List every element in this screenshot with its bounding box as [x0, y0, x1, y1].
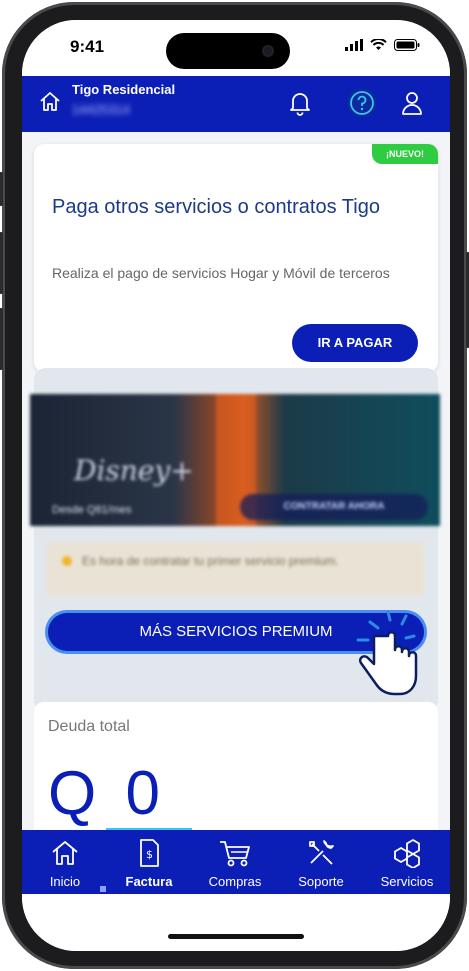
status-icons: [345, 39, 420, 51]
wifi-icon: [370, 39, 387, 50]
home-icon[interactable]: [38, 90, 62, 114]
invoice-icon: $: [140, 839, 159, 867]
home-indicator[interactable]: [168, 934, 304, 939]
help-icon[interactable]: [348, 89, 376, 117]
new-badge: ¡NUEVO!: [372, 144, 438, 164]
banner-price: Desde Q81/mes: [52, 504, 132, 516]
tab-label: Compras: [208, 874, 262, 889]
tab-label: Servicios: [380, 874, 434, 889]
signal-icon: [345, 39, 363, 51]
tab-servicios[interactable]: Servicios: [364, 830, 450, 894]
bottom-safe-area: [22, 894, 450, 951]
pay-services-card: ¡NUEVO! Paga otros servicios o contratos…: [34, 144, 438, 372]
camera-icon: [262, 45, 274, 57]
pay-button[interactable]: IR A PAGAR: [292, 324, 418, 362]
battery-icon: [394, 39, 420, 51]
phone-frame: 9:41 Tigo Residencial 14425314 ¡NUEVO! P…: [0, 2, 469, 969]
tab-factura[interactable]: $ Factura: [106, 830, 192, 894]
premium-info-box: Es hora de contratar tu primer servicio …: [46, 542, 424, 596]
info-icon: [62, 556, 72, 566]
tab-compras[interactable]: Compras: [192, 830, 278, 894]
tools-icon: [309, 840, 334, 865]
volume-down-button: [0, 308, 3, 370]
tap-hand-icon: [356, 610, 418, 696]
debt-value: Q 0: [48, 759, 166, 828]
tab-label: Soporte: [298, 874, 344, 889]
app-header: Tigo Residencial 14425314: [22, 76, 450, 132]
main-content: ¡NUEVO! Paga otros servicios o contratos…: [22, 132, 450, 872]
svg-text:$: $: [146, 848, 153, 861]
services-icon: [394, 838, 420, 868]
cart-icon: [220, 841, 250, 867]
screen: 9:41 Tigo Residencial 14425314 ¡NUEVO! P…: [22, 20, 450, 951]
tab-soporte[interactable]: Soporte: [278, 830, 364, 894]
silent-switch: [0, 172, 3, 206]
tab-label: Inicio: [49, 874, 81, 889]
volume-up-button: [0, 232, 3, 294]
debt-label: Deuda total: [48, 718, 130, 735]
contract-now-button[interactable]: CONTRATAR AHORA: [240, 494, 428, 520]
card-description: Realiza el pago de servicios Hogar y Móv…: [52, 265, 390, 281]
account-number[interactable]: 14425314: [72, 102, 130, 117]
status-bar: 9:41: [22, 20, 450, 76]
user-icon[interactable]: [400, 90, 424, 116]
card-title: Paga otros servicios o contratos Tigo: [52, 196, 380, 218]
brand-title: Tigo Residencial: [72, 82, 176, 97]
bottom-tab-bar: Inicio $ Factura Compras Soporte Servici…: [22, 830, 450, 894]
dynamic-island: [166, 33, 290, 69]
premium-info-text: Es hora de contratar tu primer servicio …: [82, 554, 339, 568]
tab-inicio[interactable]: Inicio: [22, 830, 108, 894]
premium-banner[interactable]: Disney+ Desde Q81/mes CONTRATAR AHORA: [30, 394, 440, 526]
status-time: 9:41: [70, 37, 105, 56]
bell-icon[interactable]: [288, 90, 312, 116]
decorative-dot: [100, 886, 106, 892]
disney-logo: Disney+: [74, 454, 194, 487]
home-icon: [52, 841, 78, 865]
tab-label: Factura: [125, 874, 173, 889]
